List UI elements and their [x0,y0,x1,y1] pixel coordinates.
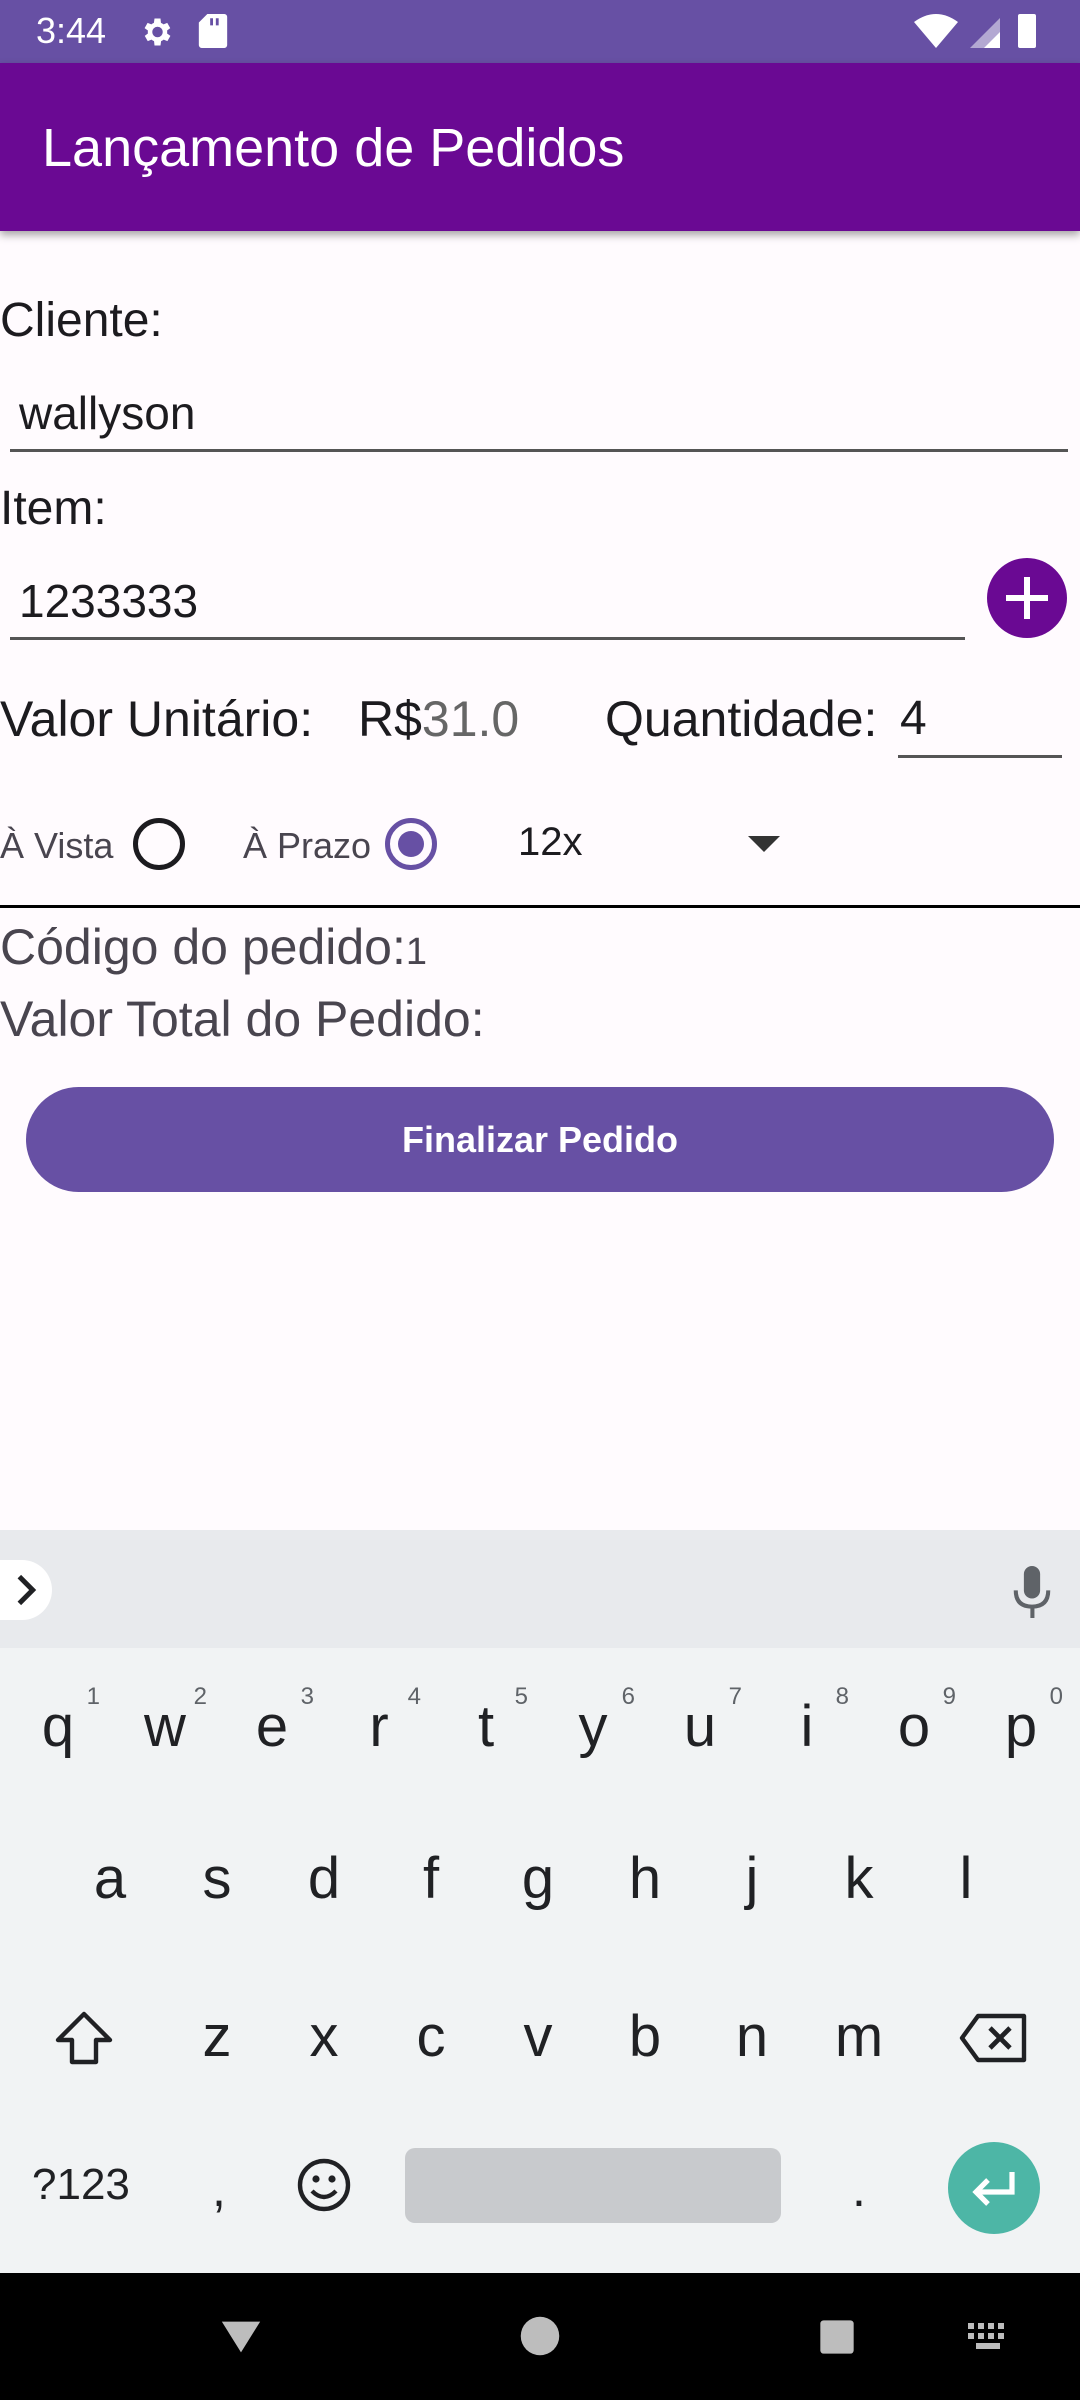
key-c[interactable]: c [381,2003,481,2070]
app-bar: Lançamento de Pedidos [0,63,1080,231]
add-item-button[interactable] [987,558,1067,638]
status-time: 3:44 [36,10,107,51]
shift-icon[interactable] [52,2008,116,2068]
status-bar: 3:44 [0,0,1080,63]
item-label: Item: [0,482,107,535]
keyboard-switch-icon[interactable] [968,2323,1012,2351]
key-k[interactable]: k [809,1845,909,1912]
keyboard-toolbar [0,1530,1080,1648]
key-m[interactable]: m [809,2003,909,2070]
keyboard-expand-button[interactable] [0,1560,52,1620]
key-u[interactable]: u7 [650,1683,750,1760]
wifi-icon [914,14,958,48]
enter-key[interactable] [948,2142,1040,2234]
quantidade-input[interactable]: 4 [898,688,1062,758]
key-r[interactable]: r4 [329,1683,429,1760]
finalize-order-button[interactable]: Finalizar Pedido [26,1087,1054,1192]
key-z[interactable]: z [167,2003,267,2070]
battery-icon [1018,14,1036,48]
back-icon[interactable] [218,2317,264,2357]
space-key[interactable] [405,2148,781,2223]
item-input[interactable]: 1233333 [10,570,965,640]
key-y[interactable]: y6 [543,1683,643,1760]
sd-card-icon [198,14,228,48]
key-x[interactable]: x [274,2003,374,2070]
key-n[interactable]: n [702,2003,802,2070]
app-title: Lançamento de Pedidos [42,118,625,178]
navigation-bar [0,2273,1080,2400]
key-e[interactable]: e3 [222,1683,322,1760]
dropdown-arrow-icon[interactable] [748,836,780,852]
codigo-pedido: Código do pedido:1 [0,918,427,976]
chevron-right-icon [17,1574,37,1606]
a-vista-radio[interactable] [133,818,185,870]
recents-icon[interactable] [817,2317,857,2357]
key-b[interactable]: b [595,2003,695,2070]
installments-spinner[interactable]: 12x [518,820,583,865]
valor-unitario-label: Valor Unitário: [0,691,314,747]
key-s[interactable]: s [167,1845,267,1912]
key-i[interactable]: i8 [757,1683,857,1760]
valor-unitario-value: R$31.0 [358,690,519,748]
key-o[interactable]: o9 [864,1683,964,1760]
microphone-icon[interactable] [1012,1566,1052,1618]
valor-total-label: Valor Total do Pedido: [0,991,485,1047]
status-icons [914,14,1036,48]
period-key[interactable]: . [852,2160,866,2218]
a-vista-label: À Vista [0,825,114,866]
unit-price: 31.0 [421,691,520,747]
key-l[interactable]: l [916,1845,1016,1912]
key-h[interactable]: h [595,1845,695,1912]
key-a[interactable]: a [60,1845,160,1912]
key-f[interactable]: f [381,1845,481,1912]
quantidade-label: Quantidade: [605,691,878,747]
a-prazo-label: À Prazo [243,825,372,866]
emoji-icon[interactable] [296,2157,352,2213]
codigo-value: 1 [405,931,428,973]
key-v[interactable]: v [488,2003,588,2070]
comma-key[interactable]: , [212,2160,226,2218]
key-d[interactable]: d [274,1845,374,1912]
a-prazo-radio[interactable] [385,818,437,870]
settings-icon [144,18,171,46]
key-p[interactable]: p0 [971,1683,1071,1760]
key-q[interactable]: q1 [8,1683,108,1760]
symbols-key[interactable]: ?123 [32,2160,130,2210]
key-t[interactable]: t5 [436,1683,536,1760]
enter-icon [972,2172,1015,2206]
backspace-icon[interactable] [958,2012,1030,2064]
cliente-input[interactable]: wallyson [10,382,1068,452]
key-j[interactable]: j [702,1845,802,1912]
key-w[interactable]: w2 [115,1683,215,1760]
currency-symbol: R$ [358,691,422,747]
codigo-label: Código do pedido: [0,919,406,975]
cliente-label: Cliente: [0,294,163,347]
key-g[interactable]: g [488,1845,588,1912]
home-icon[interactable] [519,2315,561,2357]
divider [0,905,1080,908]
